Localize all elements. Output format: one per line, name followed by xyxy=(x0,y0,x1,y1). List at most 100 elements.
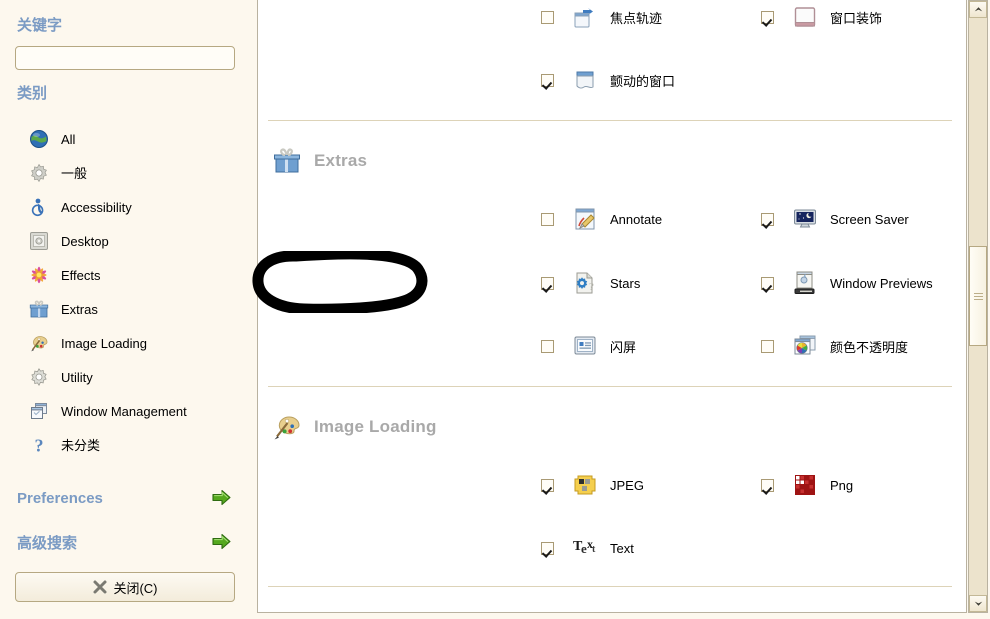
plugin-checkbox[interactable] xyxy=(761,276,774,290)
plugin-row[interactable]: ? Stars xyxy=(541,269,640,297)
category-list: All 一般 Accessibility Desktop Effects Ext… xyxy=(28,126,243,466)
group-separator xyxy=(268,386,952,387)
globe-icon xyxy=(28,128,50,150)
plugin-checkbox[interactable] xyxy=(541,10,554,24)
plugin-label: Window Previews xyxy=(830,275,933,291)
group-title: Image Loading xyxy=(314,417,437,436)
unknown-plugin-icon: ? xyxy=(571,269,599,297)
keyword-search-input[interactable] xyxy=(15,46,235,70)
chevron-up-icon[interactable] xyxy=(969,1,987,18)
sidebar-item-accessibility[interactable]: Accessibility xyxy=(28,194,243,220)
plugin-row[interactable]: JPEG xyxy=(541,471,644,499)
sidebar-item-window-management[interactable]: Window Management xyxy=(28,398,243,424)
group-header: Extras xyxy=(272,146,367,176)
advanced-search-label: 高级搜索 xyxy=(17,534,78,552)
svg-text:?: ? xyxy=(35,436,44,456)
plugin-label: Annotate xyxy=(610,211,663,227)
text-icon: Text xyxy=(571,534,599,562)
plugin-row[interactable]: 闪屏 xyxy=(541,332,636,360)
plugin-checkbox[interactable] xyxy=(761,339,774,353)
plugin-row[interactable]: Screen Saver xyxy=(761,205,909,233)
window-previews-icon xyxy=(791,269,819,297)
plugin-checkbox[interactable] xyxy=(541,478,554,492)
plugin-checkbox[interactable] xyxy=(541,212,554,226)
sidebar-item-label: Desktop xyxy=(61,233,109,249)
category-label: 类别 xyxy=(17,85,48,102)
svg-text:t: t xyxy=(592,544,596,555)
sidebar-item-effects[interactable]: Effects xyxy=(28,262,243,288)
close-button[interactable]: 关闭(C) xyxy=(15,572,235,602)
color-opacity-icon xyxy=(791,332,819,360)
vertical-scrollbar[interactable] xyxy=(968,0,988,613)
svg-text:?: ? xyxy=(589,281,594,293)
plugin-row[interactable]: Png xyxy=(761,471,853,499)
annotate-icon xyxy=(571,205,599,233)
plugin-checkbox[interactable] xyxy=(761,10,774,24)
desktop-icon xyxy=(28,230,50,252)
sidebar-item-label: 未分类 xyxy=(61,437,101,453)
plugin-row[interactable]: Window Previews xyxy=(761,269,933,297)
preferences-row[interactable]: Preferences xyxy=(17,487,232,509)
sidebar-item-all[interactable]: All xyxy=(28,126,243,152)
plugin-label: 窗口装饰 xyxy=(830,10,883,26)
sidebar-item-label: Effects xyxy=(61,267,101,283)
sidebar-item-image-loading[interactable]: Image Loading xyxy=(28,330,243,356)
plugin-checkbox[interactable] xyxy=(761,212,774,226)
wobbly-windows-icon xyxy=(571,66,599,94)
effects-starburst-icon xyxy=(28,264,50,286)
question-icon: ? xyxy=(28,434,50,456)
plugin-checkbox[interactable] xyxy=(541,339,554,353)
plugin-label: Png xyxy=(830,477,854,493)
sidebar: 关键字 类别 All 一般 Accessibility Desktop Effe… xyxy=(0,0,250,619)
sidebar-item-desktop[interactable]: Desktop xyxy=(28,228,243,254)
sidebar-item-label: Image Loading xyxy=(61,335,148,351)
plugin-row[interactable]: Annotate xyxy=(541,205,662,233)
gear-icon xyxy=(28,366,50,388)
plugin-checkbox[interactable] xyxy=(541,73,554,87)
sidebar-item-extras[interactable]: Extras xyxy=(28,296,243,322)
sidebar-item-uncategorized[interactable]: ? 未分类 xyxy=(28,432,243,458)
plugin-row[interactable]: 窗口装饰 xyxy=(761,3,882,31)
plugin-checkbox[interactable] xyxy=(541,276,554,290)
group-separator xyxy=(268,586,952,587)
plugin-row[interactable]: 颜色不透明度 xyxy=(761,332,908,360)
gear-gray-icon xyxy=(28,162,50,184)
arrow-right-icon xyxy=(212,533,232,551)
scrollbar-thumb[interactable] xyxy=(969,246,987,346)
focus-trail-icon xyxy=(571,3,599,31)
plugin-label: Screen Saver xyxy=(830,211,909,227)
sidebar-item-label: Utility xyxy=(61,369,93,385)
arrow-right-icon xyxy=(212,489,232,507)
sidebar-item-label: Extras xyxy=(61,301,98,317)
windows-icon xyxy=(28,400,50,422)
preferences-label: Preferences xyxy=(17,489,103,507)
window-decoration-icon xyxy=(791,3,819,31)
plugin-row[interactable]: 焦点轨迹 xyxy=(541,3,662,31)
sidebar-item-general[interactable]: 一般 xyxy=(28,160,243,186)
plugin-label: 闪屏 xyxy=(610,339,637,355)
plugin-label: 颤动的窗口 xyxy=(610,73,676,89)
sidebar-item-label: Window Management xyxy=(61,403,187,419)
keyword-label: 关键字 xyxy=(17,17,63,34)
group-separator xyxy=(268,120,952,121)
palette-icon xyxy=(272,412,302,442)
plugin-checkbox[interactable] xyxy=(541,541,554,555)
gift-icon xyxy=(28,298,50,320)
grip-icon xyxy=(973,292,983,300)
group-header: Image Loading xyxy=(272,412,437,442)
sidebar-item-label: All xyxy=(61,131,76,147)
plugin-row[interactable]: 颤动的窗口 xyxy=(541,66,675,94)
plugin-checkbox[interactable] xyxy=(761,478,774,492)
close-button-label: 关闭(C) xyxy=(113,580,158,596)
plugin-label: 颜色不透明度 xyxy=(830,339,909,355)
jpeg-icon xyxy=(571,471,599,499)
advanced-search-row[interactable]: 高级搜索 xyxy=(17,531,232,553)
plugin-label: Text xyxy=(610,540,634,556)
sidebar-item-label: 一般 xyxy=(61,165,88,181)
plugin-label: JPEG xyxy=(610,477,644,493)
palette-icon xyxy=(28,332,50,354)
chevron-down-icon[interactable] xyxy=(969,595,987,612)
png-icon xyxy=(791,471,819,499)
sidebar-item-utility[interactable]: Utility xyxy=(28,364,243,390)
plugin-row[interactable]: Te x t Text xyxy=(541,534,634,562)
